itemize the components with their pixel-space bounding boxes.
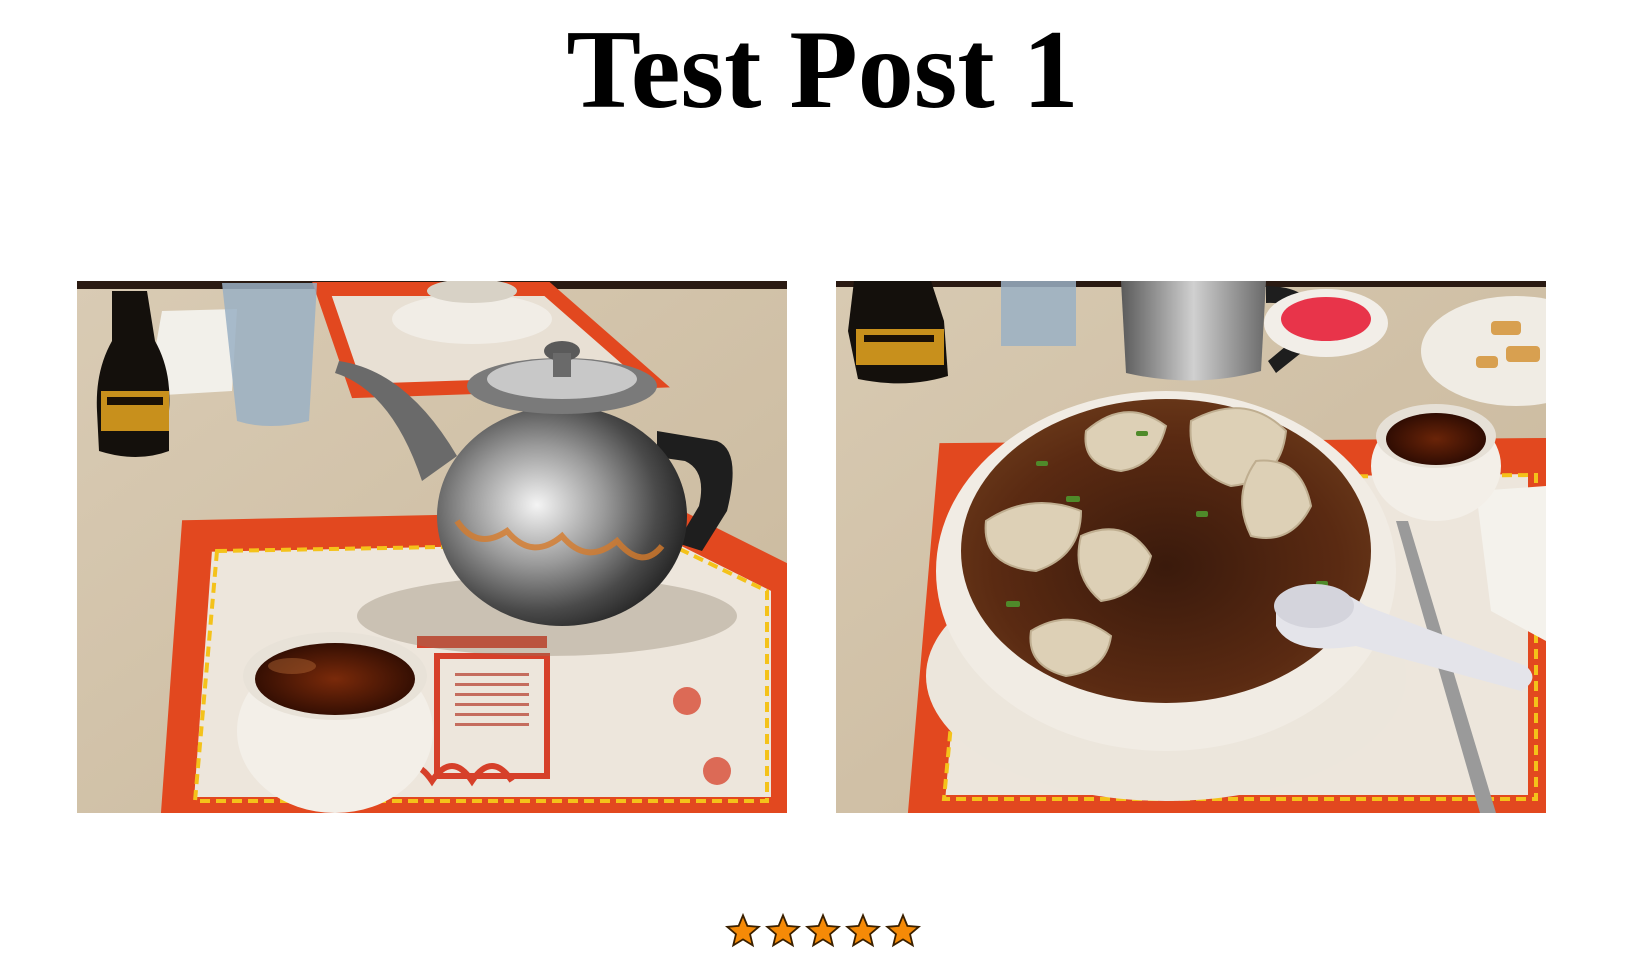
post-photo-wonton-soup[interactable] [836,281,1546,813]
wonton-soup-photo-image [836,281,1546,813]
star-icon[interactable] [804,913,841,949]
post-photo-teapot[interactable] [77,281,787,813]
post-title: Test Post 1 [566,8,1079,132]
star-icon[interactable] [724,913,761,949]
star-rating [0,913,1645,949]
star-icon[interactable] [884,913,921,949]
star-icon[interactable] [764,913,801,949]
star-icon[interactable] [844,913,881,949]
post-page: Test Post 1 [0,0,1645,962]
teapot-photo-image [77,281,787,813]
